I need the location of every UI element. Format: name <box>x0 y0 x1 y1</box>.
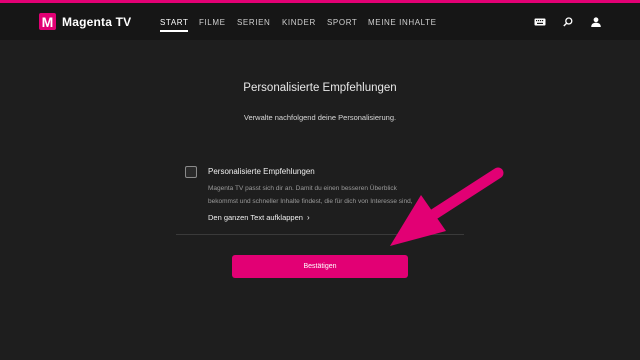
nav-item-label: SPORT <box>327 18 358 27</box>
chevron-right-icon: › <box>306 213 310 222</box>
search-icon[interactable] <box>562 16 574 28</box>
nav-item-label: MEINE INHALTE <box>368 18 437 27</box>
option-description: Magenta TV passt sich dir an. Damit du e… <box>208 182 456 208</box>
app-name: Magenta TV <box>62 14 132 29</box>
annotation-arrow-icon <box>390 167 504 246</box>
page-subtitle: Verwalte nachfolgend deine Personalisier… <box>243 113 397 122</box>
page-title: Personalisierte Empfehlungen <box>243 82 397 94</box>
nav-item-sport[interactable]: SPORT <box>327 18 357 27</box>
expand-text-label: Den ganzen Text aufklappen <box>208 213 303 222</box>
expand-text-link[interactable]: Den ganzen Text aufklappen › <box>208 213 310 222</box>
nav-item-meine-inhalte[interactable]: MEINE INHALTE <box>368 18 437 27</box>
logo[interactable]: M Magenta TV <box>39 13 131 30</box>
user-icon[interactable] <box>590 16 602 28</box>
nav-item-serien[interactable]: SERIEN <box>237 18 270 27</box>
magenta-logo-icon: M <box>39 13 56 30</box>
nav-item-label: KINDER <box>282 18 316 27</box>
nav-item-kinder[interactable]: KINDER <box>282 18 316 27</box>
option-description-line: bekommst und schneller Inhalte findest, … <box>208 198 413 205</box>
keyboard-icon[interactable] <box>534 16 546 28</box>
nav-item-filme[interactable]: FILME <box>199 18 226 27</box>
nav-item-label: START <box>160 18 189 27</box>
confirm-button-label: Bestätigen <box>303 263 337 270</box>
personalization-checkbox[interactable] <box>185 166 197 178</box>
divider <box>176 234 464 235</box>
confirm-button[interactable]: Bestätigen <box>232 255 408 278</box>
active-nav-underline <box>160 30 189 32</box>
nav-item-start[interactable]: START <box>160 18 189 32</box>
nav-item-label: FILME <box>199 18 226 27</box>
option-description-line: Magenta TV passt sich dir an. Damit du e… <box>208 185 397 192</box>
top-header: M Magenta TV START FILME SERIEN KINDER S… <box>0 3 640 40</box>
nav-item-label: SERIEN <box>237 18 271 27</box>
option-title: Personalisierte Empfehlungen <box>208 167 315 176</box>
